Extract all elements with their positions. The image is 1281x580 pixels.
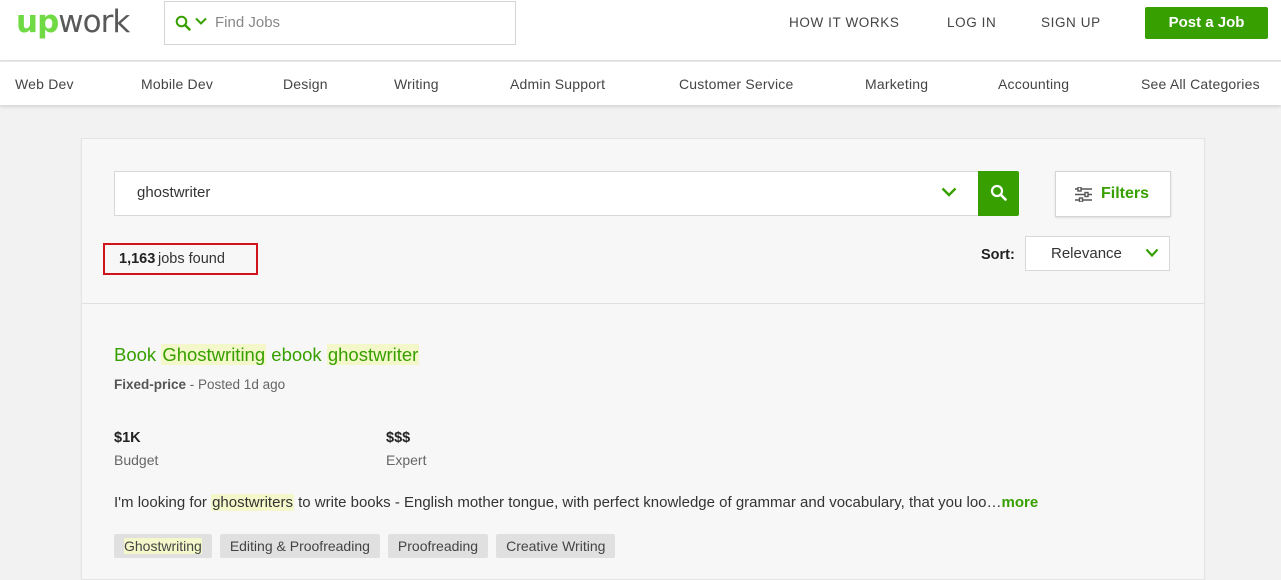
category-writing[interactable]: Writing: [394, 76, 439, 92]
category-marketing[interactable]: Marketing: [865, 76, 928, 92]
desc-text: I'm looking for: [114, 494, 212, 511]
divider: [82, 303, 1204, 304]
job-title-link[interactable]: Book Ghostwriting ebook ghostwriter: [114, 344, 420, 366]
more-link[interactable]: more: [1002, 494, 1039, 511]
experience-label: Expert: [386, 452, 427, 468]
tag-highlight: Ghostwriting: [124, 538, 202, 554]
job-search-input[interactable]: ghostwriter: [114, 171, 980, 216]
search-button[interactable]: [978, 171, 1019, 216]
filters-label: Filters: [1101, 185, 1150, 202]
chevron-down-icon: [1145, 248, 1159, 258]
skill-tag[interactable]: Editing & Proofreading: [219, 534, 380, 558]
job-meta: Fixed-price - Posted 1d ago: [114, 377, 285, 392]
search-placeholder[interactable]: Find Jobs: [215, 14, 280, 31]
nav-log-in[interactable]: LOG IN: [947, 15, 996, 30]
results-count: 1,163: [119, 251, 156, 267]
job-description: I'm looking for ghostwriters to write bo…: [114, 494, 1179, 511]
filters-button[interactable]: Filters: [1055, 171, 1171, 217]
experience-value: $$$: [386, 430, 411, 446]
category-mobile-dev[interactable]: Mobile Dev: [141, 76, 213, 92]
budget-label: Budget: [114, 452, 159, 468]
upwork-logo[interactable]: upwork: [16, 4, 130, 40]
chevron-down-icon[interactable]: [941, 187, 957, 198]
title-highlight: Ghostwriting: [161, 344, 267, 365]
top-header: upwork Find Jobs HOW IT WORKS LOG IN SIG…: [0, 0, 1281, 61]
logo-work: work: [58, 4, 130, 40]
search-icon: [990, 184, 1007, 201]
jobs-found-count: 1,163 jobs found: [103, 243, 258, 275]
post-a-job-button[interactable]: Post a Job: [1145, 7, 1268, 39]
category-see-all[interactable]: See All Categories: [1141, 76, 1260, 92]
search-results-card: ghostwriter Filters 1,163 jobs found Sor…: [81, 138, 1205, 580]
search-icon[interactable]: [175, 15, 191, 31]
sort-value: Relevance: [1051, 245, 1122, 262]
category-accounting[interactable]: Accounting: [998, 76, 1069, 92]
skill-tag[interactable]: Creative Writing: [496, 534, 616, 558]
skill-tag[interactable]: Ghostwriting: [114, 534, 212, 558]
find-jobs-search[interactable]: Find Jobs: [164, 1, 516, 45]
sort-label: Sort:: [981, 247, 1015, 263]
logo-up: up: [16, 4, 59, 40]
nav-sign-up[interactable]: SIGN UP: [1041, 15, 1101, 30]
category-bar: Web Dev Mobile Dev Design Writing Admin …: [0, 61, 1281, 105]
title-highlight: ghostwriter: [326, 344, 420, 365]
results-suffix: jobs found: [158, 251, 225, 267]
category-web-dev[interactable]: Web Dev: [15, 76, 74, 92]
skill-tag[interactable]: Proofreading: [387, 534, 489, 558]
skill-tags: Ghostwriting Editing & Proofreading Proo…: [114, 534, 616, 558]
category-admin-support[interactable]: Admin Support: [510, 76, 605, 92]
search-query[interactable]: ghostwriter: [137, 184, 210, 201]
filters-icon: [1075, 187, 1092, 202]
chevron-down-icon[interactable]: [195, 17, 207, 26]
desc-text: to write books - English mother tongue, …: [293, 494, 1002, 511]
nav-how-it-works[interactable]: HOW IT WORKS: [789, 15, 899, 30]
sort-dropdown[interactable]: Relevance: [1025, 236, 1170, 271]
job-type: Fixed-price: [114, 377, 187, 392]
category-customer-service[interactable]: Customer Service: [679, 76, 793, 92]
title-text: ebook: [266, 344, 327, 365]
desc-highlight: ghostwriters: [211, 494, 294, 511]
posted-time: - Posted 1d ago: [186, 377, 286, 392]
category-design[interactable]: Design: [283, 76, 328, 92]
budget-value: $1K: [114, 430, 141, 446]
title-text: Book: [114, 344, 162, 365]
